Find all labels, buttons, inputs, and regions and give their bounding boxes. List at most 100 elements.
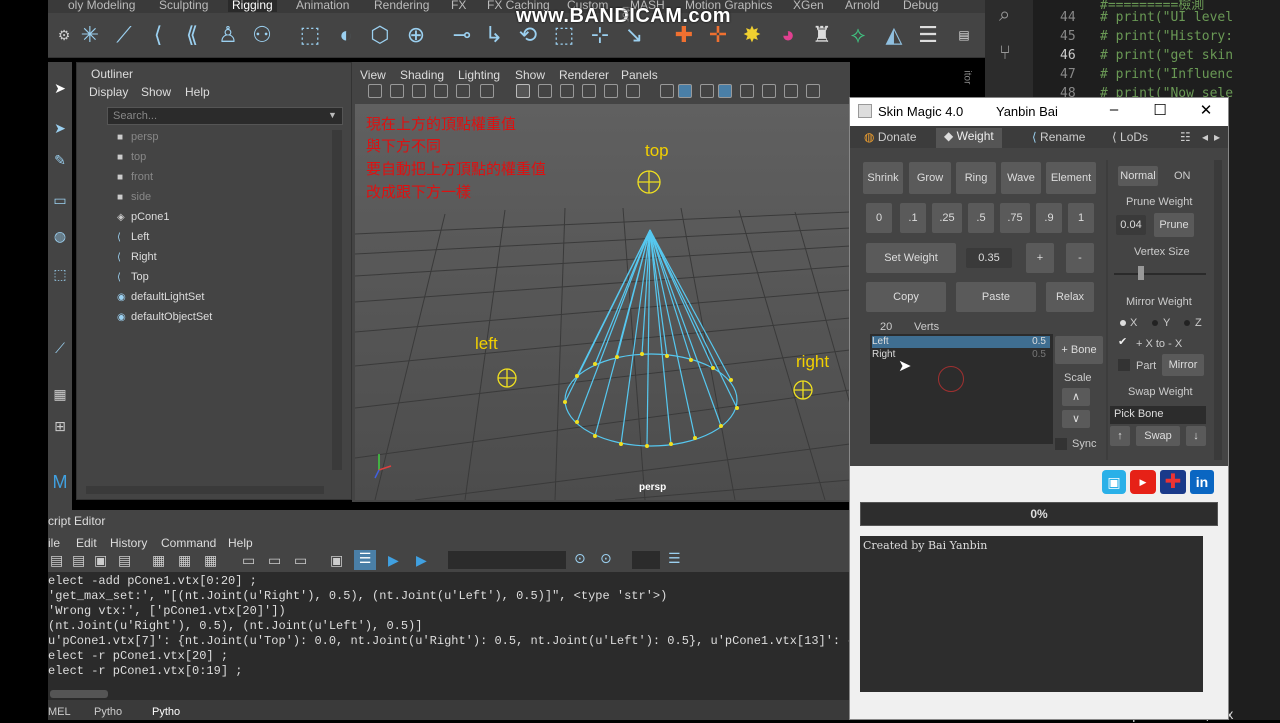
output-scrollbar[interactable] [50, 690, 108, 698]
grow-button[interactable]: Grow [909, 162, 951, 194]
lasso-icon[interactable]: ➤ [50, 120, 70, 140]
outliner-item-side[interactable]: ■ side [117, 191, 151, 207]
tab-xgen[interactable]: XGen [793, 0, 824, 12]
search-icon[interactable]: ⌕ [999, 4, 1010, 27]
clear-all-icon[interactable]: ▦ [204, 552, 217, 569]
xray-icon[interactable] [718, 84, 732, 98]
gear-icon[interactable]: ⚙ [50, 21, 78, 49]
tab-animation[interactable]: Animation [296, 0, 349, 12]
smooth-shade-icon[interactable] [678, 84, 692, 98]
youtube-icon[interactable]: ▶ [1130, 470, 1156, 494]
swap-up-button[interactable]: ↑ [1110, 426, 1130, 446]
clear-input-icon[interactable]: ▦ [178, 552, 191, 569]
checkmark-icon[interactable]: ✔ [1118, 336, 1130, 348]
shadows-icon[interactable] [762, 84, 776, 98]
search-icon[interactable]: ⊙ [574, 550, 586, 567]
pick-bone-field[interactable]: Pick Bone [1110, 406, 1206, 424]
line-number-field[interactable] [632, 551, 660, 569]
weight-minus-button[interactable]: - [1066, 243, 1094, 273]
tab-debug[interactable]: Debug [903, 0, 938, 12]
ik-handle-icon[interactable]: ⟋ [110, 21, 138, 49]
shrink-button[interactable]: Shrink [863, 162, 903, 194]
joint-tool-icon[interactable]: ✳ [76, 21, 104, 49]
rotate-icon[interactable]: ◍ [50, 228, 70, 248]
script-menu-help[interactable]: Help [228, 536, 253, 550]
script-menu-history[interactable]: History [110, 536, 147, 550]
show-both-icon[interactable]: ▭ [294, 552, 307, 569]
textures-icon[interactable] [784, 84, 798, 98]
tab-rigging[interactable]: Rigging [228, 0, 277, 12]
clear-history-icon[interactable]: ▦ [152, 552, 165, 569]
wave-button[interactable]: Wave [1001, 162, 1041, 194]
ring-button[interactable]: Ring [956, 162, 996, 194]
weight-05-button[interactable]: .5 [968, 203, 994, 233]
prune-value-field[interactable]: 0.04 [1116, 215, 1146, 235]
outliner-menu-display[interactable]: Display [89, 85, 128, 99]
point-constraint-icon[interactable]: ⊸ [448, 21, 476, 49]
tab-mel[interactable]: MEL [48, 706, 71, 718]
left-joint-icon[interactable] [497, 368, 517, 388]
outliner-item-left[interactable]: ⟨ Left [117, 231, 149, 247]
add-bone-button[interactable]: + Bone [1055, 336, 1103, 364]
close-icon[interactable]: ✕ [1196, 101, 1216, 121]
field-chart-icon[interactable] [582, 84, 596, 98]
tab-rename[interactable]: ⟨ Rename [1032, 130, 1085, 144]
top-joint-icon[interactable] [637, 170, 661, 194]
search-field[interactable] [448, 551, 566, 569]
save-shelf-icon[interactable]: ▤ [118, 552, 131, 569]
open-script-icon[interactable]: ▤ [50, 552, 63, 569]
aim-constraint-icon[interactable]: ↳ [480, 21, 508, 49]
mode-on-label[interactable]: ON [1174, 170, 1191, 182]
last-tool-icon[interactable]: ⟋ [50, 340, 70, 360]
weight-0-button[interactable]: 0 [866, 203, 892, 233]
weight-09-button[interactable]: .9 [1036, 203, 1062, 233]
outliner-search-input[interactable]: Search... ▼ [107, 107, 343, 125]
viewport-menu-panels[interactable]: Panels [621, 68, 658, 82]
swap-down-button[interactable]: ↓ [1186, 426, 1206, 446]
execute-icon[interactable]: ▶ [416, 552, 427, 569]
safe-action-icon[interactable] [604, 84, 618, 98]
outliner-item-pcone1[interactable]: ◈ pCone1 [117, 211, 170, 227]
script-icon[interactable]: ▤ [950, 21, 978, 49]
tab-weight[interactable]: ◆ Weight [936, 128, 1002, 148]
mode-normal-button[interactable]: Normal [1118, 166, 1158, 186]
outliner-menu-help[interactable]: Help [185, 85, 210, 99]
radio-x[interactable] [1120, 320, 1126, 326]
weight-plus-button[interactable]: + [1026, 243, 1054, 273]
relax-button[interactable]: Relax [1046, 282, 1094, 312]
scale-down-button[interactable]: ∨ [1062, 410, 1090, 428]
tab-python-active[interactable]: Pytho [152, 706, 180, 718]
copy-button[interactable]: Copy [866, 282, 946, 312]
image-plane-icon[interactable] [434, 84, 448, 98]
cluster-icon[interactable]: ⬚ [296, 21, 324, 49]
node-editor-icon[interactable]: ⟡ [844, 21, 872, 49]
tab-rendering[interactable]: Rendering [374, 0, 429, 12]
outliner-item-defaultobjectset[interactable]: ◉ defaultObjectSet [117, 311, 212, 327]
grid-icon[interactable] [456, 84, 470, 98]
weight-075-button[interactable]: .75 [1000, 203, 1030, 233]
weight-01-button[interactable]: .1 [900, 203, 926, 233]
viewport-menu-renderer[interactable]: Renderer [559, 68, 609, 82]
game-exporter-icon[interactable]: ♜ [808, 21, 836, 49]
attribute-editor-tab[interactable]: itor [961, 71, 972, 85]
move-icon[interactable]: ▭ [50, 192, 70, 212]
tab-python[interactable]: Pytho [94, 706, 122, 718]
linkedin-icon[interactable]: in [1190, 470, 1214, 494]
echo-icon[interactable]: ▣ [330, 552, 343, 569]
tab-sculpting[interactable]: Sculpting [159, 0, 208, 12]
window-titlebar[interactable]: Skin Magic 4.0 Yanbin Bai – ☐ ✕ [850, 98, 1228, 126]
tab-scroll-right-icon[interactable]: ▸ [1214, 130, 1220, 144]
paint-select-icon[interactable]: ✎ [50, 152, 70, 172]
weight-1-button[interactable]: 1 [1068, 203, 1094, 233]
blend-shape-icon[interactable]: ◭ [880, 21, 908, 49]
outliner-item-persp[interactable]: ■ persp [117, 131, 159, 147]
script-editor-output[interactable]: elect -add pCone1.vtx[0:20] ; 'get_max_s… [48, 572, 876, 700]
film-gate-icon[interactable] [480, 84, 494, 98]
tab-arnold[interactable]: Arnold [845, 0, 880, 12]
outliner-item-right[interactable]: ⟨ Right [117, 251, 157, 267]
bookmark-icon[interactable] [412, 84, 426, 98]
outliner-item-top[interactable]: ■ top [117, 151, 146, 167]
maximize-icon[interactable]: ☐ [1150, 101, 1170, 121]
lighting-icon[interactable] [740, 84, 754, 98]
swap-button[interactable]: Swap [1136, 426, 1180, 446]
